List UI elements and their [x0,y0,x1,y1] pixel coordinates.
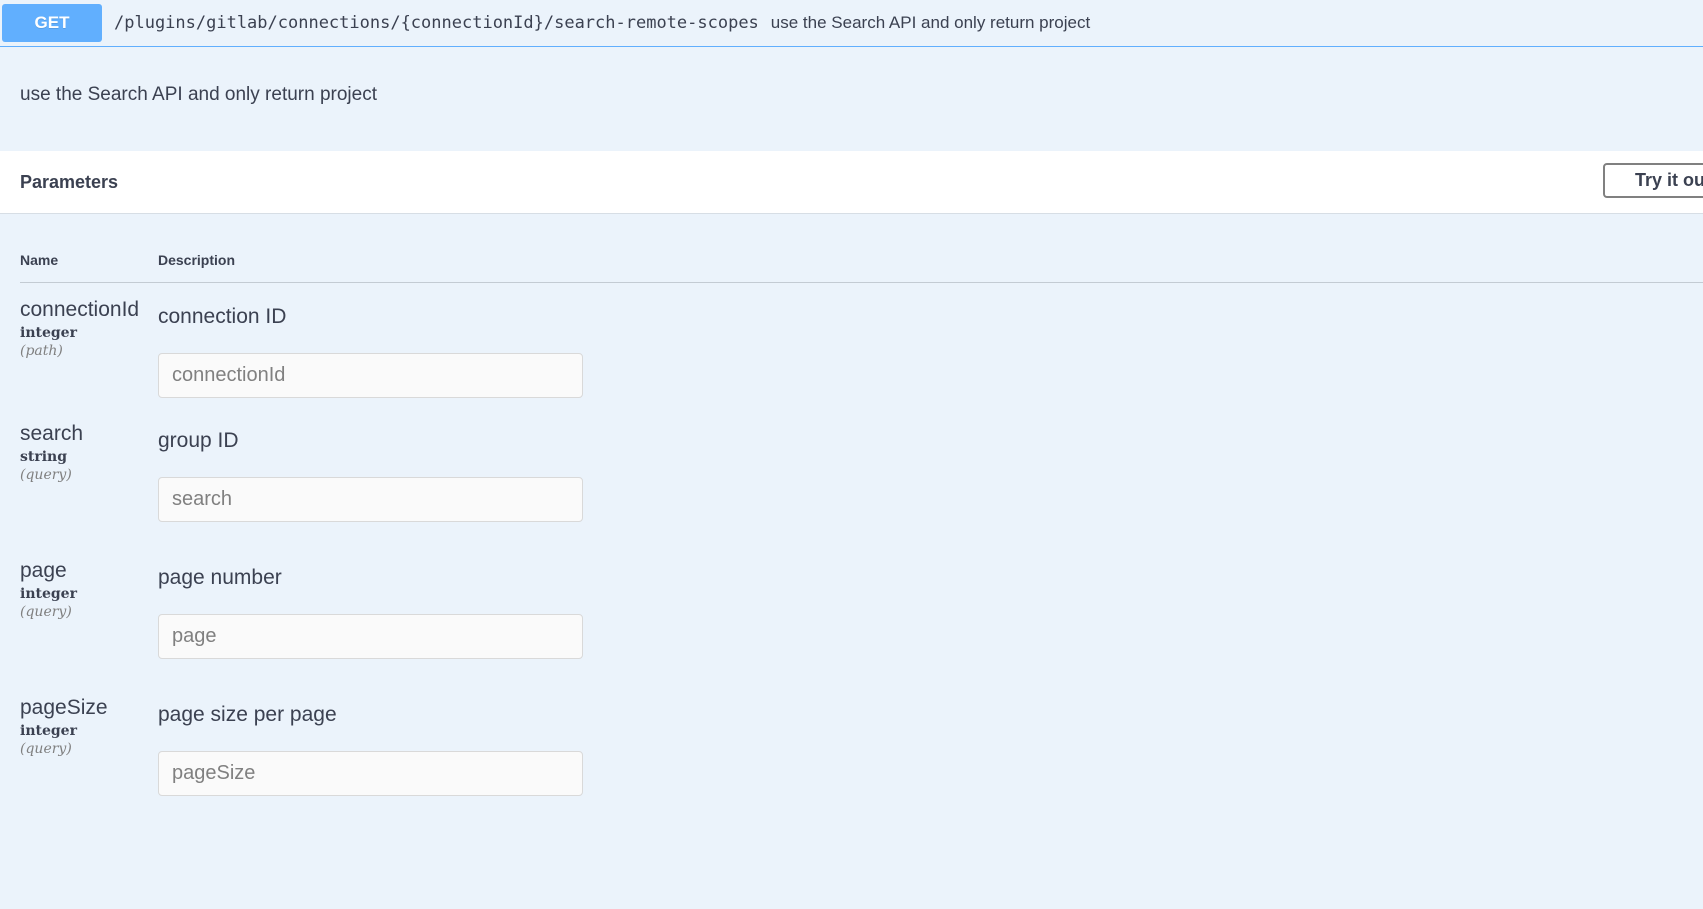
parameter-location: (path) [20,343,63,359]
search-input[interactable] [158,477,583,522]
summary-description: use the Search API and only return proje… [770,13,1091,32]
parameter-name: search [20,422,84,445]
pagesize-input[interactable] [158,751,583,796]
parameter-type: string [20,449,68,465]
method-badge: GET [2,4,102,42]
parameter-location: (query) [20,741,72,757]
parameter-location: (query) [20,604,72,620]
try-it-out-button[interactable]: Try it ou [1603,163,1703,198]
operation-summary[interactable]: GET /plugins/gitlab/connections/{connect… [0,0,1703,47]
parameter-name: connectionId [20,298,140,321]
parameters-table-header: Name Description [20,252,1703,283]
parameter-type: integer [20,586,77,602]
parameter-name: page [20,559,67,582]
parameters-title: Parameters [20,171,119,192]
operation-block: GET /plugins/gitlab/connections/{connect… [0,0,1703,909]
parameter-name: pageSize [20,696,108,719]
endpoint-path: /plugins/gitlab/connections/{connectionI… [114,13,759,33]
parameter-row-search: search string (query) group ID [20,421,1703,558]
connectionid-input[interactable] [158,353,583,398]
column-header-description: Description [158,252,236,268]
parameter-row-page: page integer (query) page number [20,558,1703,695]
parameter-description: page number [158,566,282,589]
parameter-type: integer [20,723,77,739]
parameter-row-pagesize: pageSize integer (query) page size per p… [20,695,1703,832]
parameter-description: connection ID [158,305,287,328]
parameter-type: integer [20,325,77,341]
parameter-location: (query) [20,467,72,483]
operation-description: use the Search API and only return proje… [20,84,377,105]
parameters-header: Parameters Try it ou [0,151,1703,214]
column-header-name: Name [20,252,59,268]
parameter-description: page size per page [158,703,337,726]
page-input[interactable] [158,614,583,659]
parameter-row-connectionid: connectionId integer (path) connection I… [20,283,1703,421]
parameter-description: group ID [158,429,239,452]
parameters-table: Name Description connectionId integer (p… [0,214,1703,832]
